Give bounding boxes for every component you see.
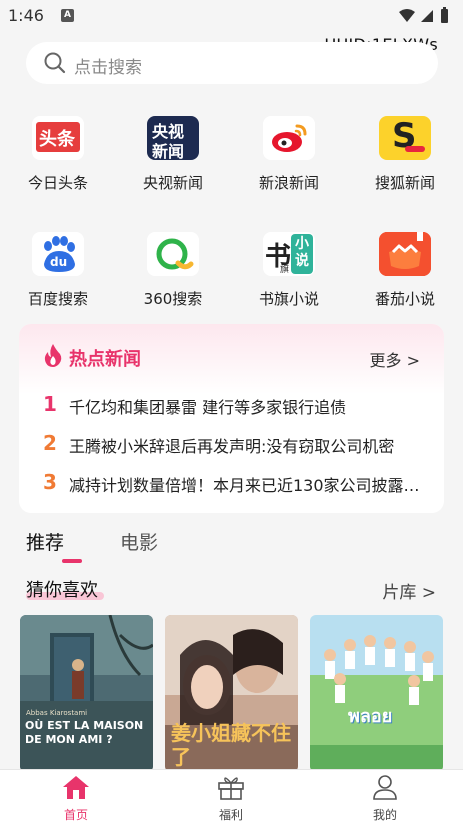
hot-news-rank: 2 xyxy=(43,431,57,455)
hot-news-item[interactable]: 1 千亿均和集团暴雷 建行等多家银行追债 xyxy=(43,392,423,417)
signal-icon xyxy=(421,10,433,22)
shortcut-cctv-news[interactable]: 央视 新闻 央视新闻 xyxy=(123,116,223,193)
hot-news-rank: 1 xyxy=(43,392,57,416)
shortcut-toutiao[interactable]: 头条 今日头条 xyxy=(8,116,108,193)
battery-icon xyxy=(441,9,448,23)
tab-welfare-label: 福利 xyxy=(218,808,243,822)
shortcut-row-2: du 百度搜索 360搜索 书 旗 小说 书旗小说 番茄小说 xyxy=(0,232,463,322)
hot-news-card: 热点新闻 更多 > 1 千亿均和集团暴雷 建行等多家银行追债 2 王腾被小米辞退… xyxy=(19,324,444,513)
baidu-paw-icon: du xyxy=(32,232,84,276)
shortcut-label: 搜狐新闻 xyxy=(374,174,435,192)
shortcut-label: 央视新闻 xyxy=(142,174,203,192)
search-bar[interactable]: 点击搜索 xyxy=(26,42,438,84)
hot-news-rank: 3 xyxy=(43,470,57,494)
poster-title: พลอย xyxy=(348,706,393,727)
flame-icon xyxy=(43,343,63,371)
hot-news-text: 千亿均和集团暴雷 建行等多家银行追债 xyxy=(69,398,347,417)
gift-icon xyxy=(218,777,244,800)
tab-home[interactable]: 首页 xyxy=(46,774,106,823)
hot-news-text: 减持计划数量倍增！本月来已近130家公司披露减持 xyxy=(69,476,423,495)
shortcut-sina-news[interactable]: 新浪新闻 xyxy=(239,116,339,193)
search-icon xyxy=(44,52,66,78)
section-title: 猜你喜欢 xyxy=(26,576,104,602)
toutiao-icon: 头条 xyxy=(32,116,84,160)
fanqie-icon xyxy=(379,232,431,276)
shortcut-label: 番茄小说 xyxy=(374,290,435,308)
search-placeholder: 点击搜索 xyxy=(74,58,142,78)
360-search-icon xyxy=(147,232,199,276)
status-bar: 1:46 A xyxy=(0,0,463,32)
notification-app-icon: A xyxy=(61,9,74,22)
poster-title: 姜小姐藏不住了 xyxy=(171,721,291,769)
tab-movie[interactable]: 电影 xyxy=(120,528,158,555)
shuqi-icon: 书 旗 小说 xyxy=(263,232,315,276)
hot-news-item[interactable]: 3 减持计划数量倍增！本月来已近130家公司披露减持 xyxy=(43,470,423,495)
bottom-tab-bar: 首页 福利 我的 xyxy=(0,769,463,823)
shortcut-label: 百度搜索 xyxy=(27,290,88,308)
shortcut-label: 书旗小说 xyxy=(258,290,319,308)
person-icon xyxy=(373,775,397,800)
hot-news-more-link[interactable]: 更多 > xyxy=(370,347,421,371)
tab-home-label: 首页 xyxy=(63,808,88,822)
tab-active-indicator xyxy=(62,559,82,563)
status-indicators xyxy=(397,7,455,29)
hot-news-title: 热点新闻 xyxy=(69,349,141,370)
movie-poster[interactable]: Abbas Kiarostami OÙ EST LA MAISON DE MON… xyxy=(20,615,153,772)
tab-mine-label: 我的 xyxy=(372,808,397,822)
shortcut-label: 新浪新闻 xyxy=(258,174,319,192)
shortcut-360-search[interactable]: 360搜索 xyxy=(123,232,223,309)
poster-title-line: DE MON AMI ? xyxy=(25,733,113,746)
home-icon xyxy=(63,776,89,799)
poster-director: Abbas Kiarostami xyxy=(26,709,88,717)
poster-title-line: OÙ EST LA MAISON xyxy=(25,719,144,732)
hot-news-item[interactable]: 2 王腾被小米辞退后再发声明:没有窃取公司机密 xyxy=(43,431,423,456)
shortcut-row-1: 头条 今日头条 央视 新闻 央视新闻 新浪新闻 S 搜狐新闻 xyxy=(0,116,463,206)
tab-welfare[interactable]: 福利 xyxy=(201,774,261,823)
tab-mine[interactable]: 我的 xyxy=(355,774,415,823)
wifi-icon xyxy=(399,9,415,22)
shortcut-sohu-news[interactable]: S 搜狐新闻 xyxy=(355,116,455,193)
shortcut-shuqi-novel[interactable]: 书 旗 小说 书旗小说 xyxy=(239,232,339,309)
shortcut-label: 今日头条 xyxy=(27,174,88,192)
shortcut-fanqie-novel[interactable]: 番茄小说 xyxy=(355,232,455,309)
movie-poster[interactable]: พลอย xyxy=(310,615,443,772)
cctv-news-icon: 央视 新闻 xyxy=(147,116,199,160)
shortcut-label: 360搜索 xyxy=(143,290,203,308)
movie-poster[interactable]: 姜小姐藏不住了 xyxy=(165,615,298,772)
tab-recommend[interactable]: 推荐 xyxy=(26,528,64,555)
sohu-icon: S xyxy=(379,116,431,160)
library-link[interactable]: 片库 > xyxy=(382,578,436,603)
hot-news-text: 王腾被小米辞退后再发声明:没有窃取公司机密 xyxy=(69,437,395,456)
shortcut-baidu-search[interactable]: du 百度搜索 xyxy=(8,232,108,309)
status-time: 1:46 xyxy=(8,6,44,25)
weibo-icon xyxy=(263,116,315,160)
